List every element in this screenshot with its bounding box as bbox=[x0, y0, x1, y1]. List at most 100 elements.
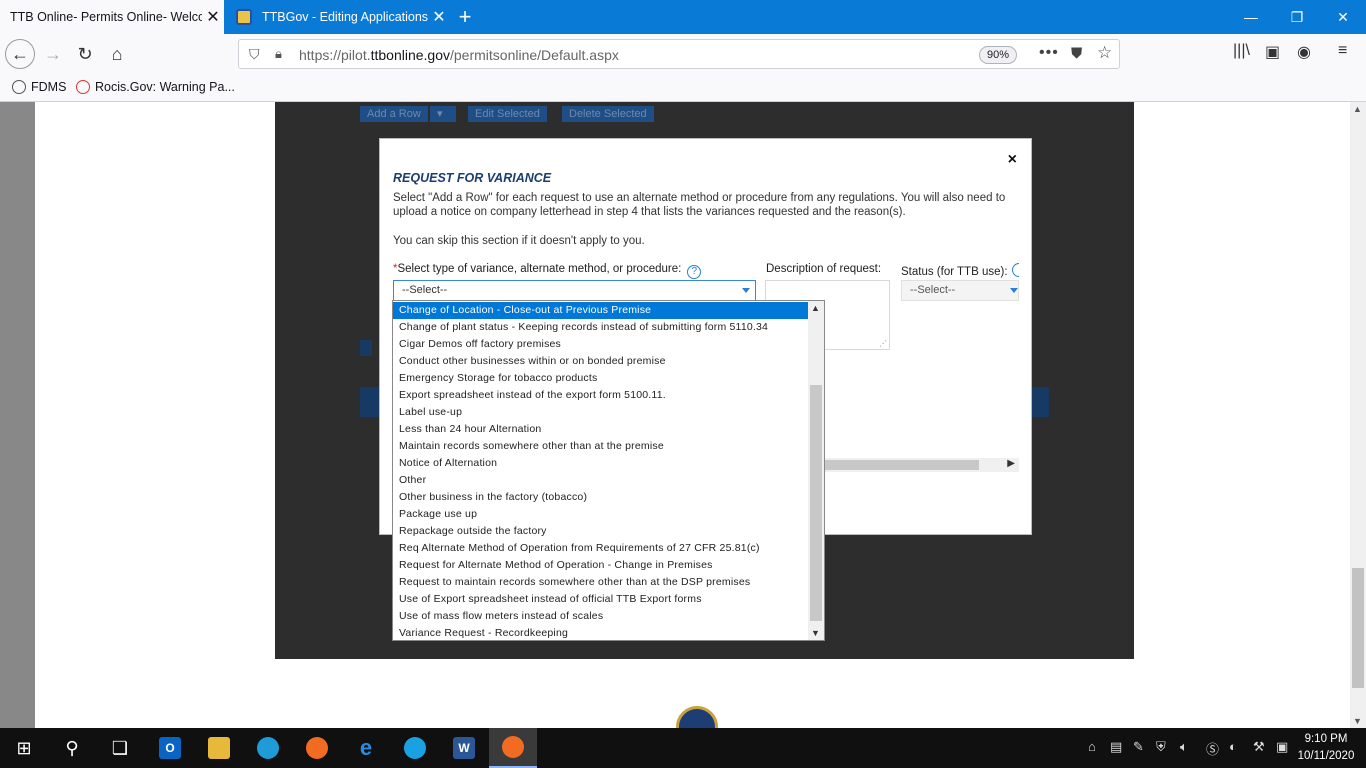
scroll-up-arrow-icon[interactable]: ▲ bbox=[1353, 104, 1362, 114]
scroll-up-arrow-icon[interactable]: ▲ bbox=[811, 303, 820, 313]
scrollbar-thumb[interactable] bbox=[1352, 568, 1364, 688]
dropdown-option[interactable]: Variance Request - Recordkeeping bbox=[393, 625, 808, 640]
tools-icon[interactable]: ⚒ bbox=[1253, 739, 1265, 755]
skype-tray-icon[interactable]: Ⓢ bbox=[1206, 739, 1219, 758]
ttbgov-favicon-icon bbox=[236, 9, 252, 25]
dropdown-option[interactable]: Export spreadsheet instead of the export… bbox=[393, 387, 808, 404]
delete-selected-button-bg: Delete Selected bbox=[562, 106, 654, 122]
modal-instructions: Select "Add a Row" for each request to u… bbox=[393, 192, 1006, 218]
status-label: Status (for TTB use): bbox=[901, 263, 1019, 278]
page-scrollbar[interactable]: ▲ ▼ bbox=[1350, 102, 1366, 728]
page-actions-icon[interactable]: ••• bbox=[1039, 44, 1059, 62]
bookmarks-toolbar: FDMS Rocis.Gov: Warning Pa... bbox=[0, 74, 1366, 102]
dropdown-option[interactable]: Use of Export spreadsheet instead of off… bbox=[393, 591, 808, 608]
tracking-shield-icon[interactable]: ⛉ bbox=[249, 46, 260, 63]
status-help-icon[interactable] bbox=[1011, 263, 1019, 277]
minimize-button[interactable]: — bbox=[1228, 0, 1274, 34]
sync-icon[interactable]: ◐ bbox=[1229, 739, 1237, 754]
close-icon[interactable]: ✕ bbox=[428, 7, 450, 27]
defender-icon[interactable]: ⛨ bbox=[1156, 739, 1166, 755]
dropdown-option[interactable]: Less than 24 hour Alternation bbox=[393, 421, 808, 438]
dropdown-option[interactable]: Use of mass flow meters instead of scale… bbox=[393, 608, 808, 625]
dropdown-option[interactable]: Label use-up bbox=[393, 404, 808, 421]
bookmark-rocis[interactable]: Rocis.Gov: Warning Pa... bbox=[76, 80, 235, 94]
scroll-right-arrow-icon[interactable]: ▶ bbox=[1007, 458, 1015, 469]
dropdown-option[interactable]: Notice of Alternation bbox=[393, 455, 808, 472]
resize-grip-icon[interactable]: ⋰ bbox=[879, 339, 887, 348]
home-button[interactable]: ⌂ bbox=[102, 39, 132, 69]
dropdown-option[interactable]: Repackage outside the factory bbox=[393, 523, 808, 540]
address-bar[interactable]: ⛉ 🔒︎ https://pilot.ttbonline.gov/permits… bbox=[238, 39, 1120, 69]
globe-icon bbox=[12, 80, 26, 94]
dropdown-option[interactable]: Emergency Storage for tobacco products bbox=[393, 370, 808, 387]
library-icon[interactable]: |||\ bbox=[1233, 42, 1250, 60]
ttb-seal-logo bbox=[676, 706, 718, 728]
dropdown-scrollbar[interactable]: ▲ ▼ bbox=[808, 301, 824, 640]
search-icon[interactable]: ⚲ bbox=[48, 728, 96, 768]
grid-horizontal-scrollbar[interactable]: ▶ bbox=[825, 458, 1019, 472]
outlook-tray-icon[interactable]: ▣ bbox=[1276, 739, 1288, 755]
bg-button-fragment bbox=[360, 340, 372, 356]
scrollbar-thumb[interactable] bbox=[810, 385, 822, 621]
outlook-icon[interactable]: O bbox=[146, 728, 194, 768]
volume-icon[interactable]: 🔈︎ bbox=[1180, 739, 1188, 755]
modal-close-button[interactable]: × bbox=[1008, 151, 1017, 169]
bookmark-star-icon[interactable]: ☆ bbox=[1097, 43, 1112, 63]
add-row-split-button-bg: ▾ bbox=[430, 106, 456, 122]
dropdown-option[interactable]: Other bbox=[393, 472, 808, 489]
variance-type-select[interactable]: --Select-- bbox=[393, 280, 756, 301]
pocket-icon[interactable]: ⛊ bbox=[1071, 45, 1082, 62]
dropdown-option[interactable]: Cigar Demos off factory premises bbox=[393, 336, 808, 353]
dropdown-option[interactable]: Conduct other businesses within or on bo… bbox=[393, 353, 808, 370]
dropdown-option[interactable]: Request to maintain records somewhere ot… bbox=[393, 574, 808, 591]
dropdown-option[interactable]: Change of Location - Close-out at Previo… bbox=[393, 302, 808, 319]
sidebar-icon[interactable]: ▣ bbox=[1265, 42, 1280, 62]
windows-start-icon[interactable]: ⊞ bbox=[0, 728, 48, 768]
usb-icon[interactable]: ⌂ bbox=[1088, 739, 1096, 754]
firefox-active-icon[interactable] bbox=[489, 728, 537, 768]
reload-button[interactable]: ↻ bbox=[70, 39, 100, 69]
scroll-down-arrow-icon[interactable]: ▼ bbox=[1353, 716, 1362, 726]
variance-type-dropdown-list: Change of Location - Close-out at Previo… bbox=[392, 300, 825, 641]
zoom-level-badge[interactable]: 90% bbox=[979, 46, 1017, 64]
scroll-down-arrow-icon[interactable]: ▼ bbox=[811, 628, 820, 638]
word-icon[interactable]: W bbox=[440, 728, 488, 768]
dropdown-option[interactable]: Package use up bbox=[393, 506, 808, 523]
lock-icon[interactable]: 🔒︎ bbox=[275, 46, 282, 62]
restore-button[interactable]: ❐ bbox=[1274, 0, 1320, 34]
page-left-margin bbox=[0, 102, 35, 728]
dropdown-option[interactable]: Change of plant status - Keeping records… bbox=[393, 319, 808, 336]
help-icon[interactable]: ? bbox=[687, 265, 702, 279]
edge-icon[interactable] bbox=[244, 728, 292, 768]
file-explorer-icon[interactable] bbox=[195, 728, 243, 768]
menu-icon[interactable]: ≡ bbox=[1338, 42, 1347, 60]
system-clock[interactable]: 9:10 PM 10/11/2020 bbox=[1296, 731, 1356, 765]
window-close-button[interactable]: ✕ bbox=[1320, 0, 1366, 34]
forward-button[interactable]: → bbox=[38, 39, 68, 69]
add-row-button-bg: Add a Row bbox=[360, 106, 428, 122]
skip-section-note: You can skip this section if it doesn't … bbox=[393, 235, 645, 247]
account-icon[interactable]: ◉ bbox=[1297, 42, 1311, 62]
dropdown-option[interactable]: Other business in the factory (tobacco) bbox=[393, 489, 808, 506]
dropdown-option[interactable]: Maintain records somewhere other than at… bbox=[393, 438, 808, 455]
status-select[interactable]: --Select-- bbox=[901, 280, 1019, 301]
new-tab-button[interactable]: + bbox=[452, 4, 478, 30]
tab-title: TTB Online- Permits Online- Welcome bbox=[10, 10, 202, 24]
task-view-icon[interactable]: ❏ bbox=[96, 728, 144, 768]
edit-selected-button-bg: Edit Selected bbox=[468, 106, 547, 122]
network-device-icon[interactable]: ▤ bbox=[1110, 739, 1122, 755]
url-text[interactable]: https://pilot.ttbonline.gov/permitsonlin… bbox=[299, 47, 619, 63]
tab-ttb-online[interactable]: TTB Online- Permits Online- Welcome ✕ bbox=[0, 0, 224, 34]
dropdown-option[interactable]: Request for Alternate Method of Operatio… bbox=[393, 557, 808, 574]
chevron-down-icon bbox=[742, 288, 750, 293]
back-button[interactable]: ← bbox=[5, 39, 35, 69]
internet-explorer-icon[interactable]: e bbox=[342, 728, 390, 768]
bookmark-fdms[interactable]: FDMS bbox=[12, 80, 66, 94]
close-icon[interactable]: ✕ bbox=[202, 7, 224, 27]
scrollbar-thumb[interactable] bbox=[825, 460, 979, 470]
tab-ttbgov-editing[interactable]: TTBGov - Editing Applications ✕ bbox=[224, 0, 450, 34]
dropdown-option[interactable]: Req Alternate Method of Operation from R… bbox=[393, 540, 808, 557]
skype-icon[interactable] bbox=[391, 728, 439, 768]
firefox-icon[interactable] bbox=[293, 728, 341, 768]
notes-icon[interactable]: ✎ bbox=[1133, 739, 1144, 755]
